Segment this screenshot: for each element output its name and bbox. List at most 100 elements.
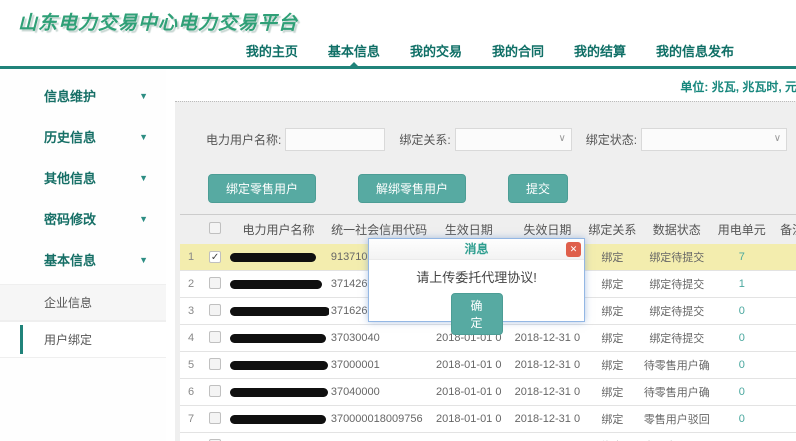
data-status-cell: 绑定待提交 xyxy=(638,325,716,352)
chevron-down-icon: ▼ xyxy=(139,255,148,265)
bind-relation-cell: 绑定 xyxy=(587,298,638,325)
top-nav: 我的主页 基本信息 我的交易 我的合同 我的结算 我的信息发布 xyxy=(0,37,796,66)
redacted-user-name xyxy=(230,307,329,316)
row-checkbox[interactable] xyxy=(209,277,221,289)
row-checkbox[interactable] xyxy=(209,304,221,316)
row-number-header xyxy=(180,215,202,245)
bind-relation-cell: 绑定 xyxy=(587,271,638,298)
chevron-down-icon: ∨ xyxy=(558,133,565,144)
nav-tab[interactable]: 我的结算 xyxy=(574,41,626,60)
data-status-cell: 待零售用户确 xyxy=(638,379,716,406)
table-row[interactable]: 8 9137000074096584 2018-01-01 0 2018-12-… xyxy=(180,433,796,441)
power-unit-link[interactable]: 0 xyxy=(716,298,768,325)
expiry-date-cell: 2018-12-31 0 xyxy=(508,352,587,379)
sidebar-subitem[interactable]: 企业信息 xyxy=(0,284,166,321)
sidebar-subitem[interactable]: 用户绑定 xyxy=(0,321,166,358)
submit-button[interactable]: 提交 xyxy=(508,174,568,203)
credit-code-cell: 37000001 xyxy=(329,352,430,379)
row-number: 4 xyxy=(180,325,202,352)
sidebar: 信息维护 ▼ 历史信息 ▼ 其他信息 ▼ 密码修改 ▼ 基本信息 ▼ 企业信息用… xyxy=(0,69,166,441)
expiry-date-cell: 2018-12-31 0 xyxy=(508,379,587,406)
redacted-user-name xyxy=(230,280,322,289)
table-row[interactable]: 7 370000018009756 2018-01-01 0 2018-12-3… xyxy=(180,406,796,433)
nav-tab[interactable]: 我的主页 xyxy=(246,41,298,60)
row-number: 2 xyxy=(180,271,202,298)
redacted-user-name xyxy=(230,388,328,397)
row-number: 3 xyxy=(180,298,202,325)
redacted-user-name xyxy=(230,361,328,370)
col-power-unit: 用电单元 xyxy=(716,215,768,245)
bind-relation-cell: 绑定 xyxy=(587,379,638,406)
effective-date-cell: 2018-01-01 0 xyxy=(429,379,508,406)
chevron-down-icon: ▼ xyxy=(139,173,148,183)
credit-code-cell: 9137000074096584 xyxy=(329,433,430,441)
bind-relation-cell: 绑定 xyxy=(587,406,638,433)
power-unit-link[interactable]: 1 xyxy=(716,271,768,298)
relation-select[interactable]: ∨ xyxy=(455,128,572,151)
row-checkbox[interactable] xyxy=(209,331,221,343)
power-unit-link[interactable]: 0 xyxy=(716,406,768,433)
message-dialog: 消息 ✕ 请上传委托代理协议! 确定 xyxy=(368,238,585,322)
remark-cell xyxy=(768,298,796,325)
confirm-button[interactable]: 确定 xyxy=(451,293,503,335)
sidebar-section[interactable]: 其他信息 ▼ xyxy=(0,157,166,198)
status-select[interactable]: ∨ xyxy=(641,128,787,151)
data-status-cell: 交易中心驳回 xyxy=(638,433,716,441)
redacted-user-name xyxy=(230,415,326,424)
power-unit-link[interactable]: 0 xyxy=(716,352,768,379)
select-all-checkbox[interactable] xyxy=(209,222,221,234)
nav-tab[interactable]: 我的交易 xyxy=(410,41,462,60)
nav-tab[interactable]: 我的合同 xyxy=(492,41,544,60)
bind-retail-user-button[interactable]: 绑定零售用户 xyxy=(208,174,316,203)
dialog-message: 请上传委托代理协议! xyxy=(369,267,584,286)
unit-label: 单位: 兆瓦, 兆瓦时, 元/兆瓦时, 元 xyxy=(175,69,796,101)
select-all-checkbox-header xyxy=(202,215,228,245)
row-checkbox[interactable] xyxy=(209,358,221,370)
close-icon[interactable]: ✕ xyxy=(566,242,581,257)
remark-cell xyxy=(768,244,796,271)
data-status-cell: 绑定待提交 xyxy=(638,244,716,271)
col-user-name: 电力用户名称 xyxy=(228,215,329,245)
power-unit-link[interactable]: 0 xyxy=(716,433,768,441)
effective-date-cell: 2018-01-01 0 xyxy=(429,352,508,379)
nav-tab[interactable]: 基本信息 xyxy=(328,41,380,60)
chevron-down-icon: ▼ xyxy=(139,91,148,101)
remark-cell xyxy=(768,271,796,298)
bind-relation-cell: 绑定 xyxy=(587,352,638,379)
col-data-status: 数据状态 xyxy=(638,215,716,245)
sidebar-section[interactable]: 基本信息 ▼ xyxy=(0,239,166,280)
sidebar-section[interactable]: 密码修改 ▼ xyxy=(0,198,166,239)
nav-tab[interactable]: 我的信息发布 xyxy=(656,41,734,60)
row-number: 1 xyxy=(180,244,202,271)
sidebar-section[interactable]: 信息维护 ▼ xyxy=(0,75,166,116)
expiry-date-cell: 2018-12-31 0 xyxy=(508,433,587,441)
data-status-cell: 绑定待提交 xyxy=(638,271,716,298)
user-name-input[interactable] xyxy=(285,128,385,151)
action-buttons: 绑定零售用户 解绑零售用户 提交 xyxy=(180,162,796,203)
row-checkbox[interactable] xyxy=(209,385,221,397)
page-title: 山东电力交易中心电力交易平台 xyxy=(0,0,796,37)
credit-code-cell: 37030040 xyxy=(329,325,430,352)
remark-cell xyxy=(768,406,796,433)
dialog-title: 消息 xyxy=(464,242,488,256)
power-unit-link[interactable]: 7 xyxy=(716,244,768,271)
data-status-cell: 绑定待提交 xyxy=(638,298,716,325)
redacted-user-name xyxy=(230,334,326,343)
bind-relation-cell: 绑定 xyxy=(587,325,638,352)
table-row[interactable]: 5 37000001 2018-01-01 0 2018-12-31 0 绑定 … xyxy=(180,352,796,379)
chevron-down-icon: ▼ xyxy=(139,132,148,142)
col-remark: 备注 xyxy=(768,215,796,245)
power-unit-link[interactable]: 0 xyxy=(716,379,768,406)
chevron-down-icon: ∨ xyxy=(774,133,781,144)
credit-code-cell: 37040000 xyxy=(329,379,430,406)
row-checkbox[interactable] xyxy=(209,412,221,424)
sidebar-section[interactable]: 历史信息 ▼ xyxy=(0,116,166,157)
data-status-cell: 待零售用户确 xyxy=(638,352,716,379)
table-row[interactable]: 6 37040000 2018-01-01 0 2018-12-31 0 绑定 … xyxy=(180,379,796,406)
row-checkbox[interactable]: ✓ xyxy=(209,251,221,263)
unbind-retail-user-button[interactable]: 解绑零售用户 xyxy=(358,174,466,203)
row-number: 8 xyxy=(180,433,202,441)
dialog-header[interactable]: 消息 ✕ xyxy=(369,239,584,260)
credit-code-cell: 370000018009756 xyxy=(329,406,430,433)
power-unit-link[interactable]: 0 xyxy=(716,325,768,352)
